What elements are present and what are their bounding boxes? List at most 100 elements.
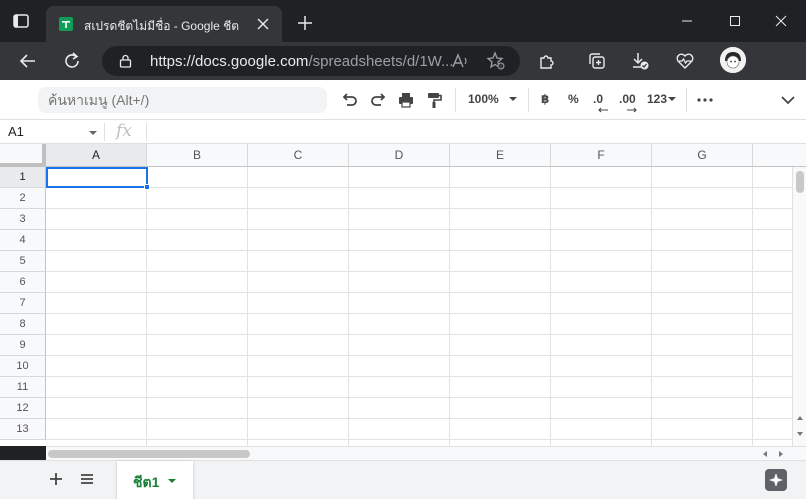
formula-bar: A1 fx — [0, 120, 806, 144]
name-box-dropdown-icon[interactable] — [88, 130, 98, 136]
scroll-left-icon[interactable] — [762, 450, 768, 458]
decrease-decimal-button[interactable]: .0 — [593, 92, 603, 106]
add-sheet-icon[interactable] — [49, 472, 63, 486]
new-tab-icon[interactable] — [296, 14, 314, 32]
grid-column-line — [449, 167, 450, 446]
print-icon[interactable] — [396, 90, 416, 110]
back-arrow-icon[interactable] — [18, 51, 38, 71]
formula-input[interactable] — [154, 124, 794, 140]
favorite-star-icon[interactable] — [486, 51, 506, 71]
undo-icon[interactable] — [340, 90, 360, 110]
row-header-5[interactable]: 5 — [0, 251, 46, 272]
increase-decimal-button[interactable]: .00 — [619, 92, 636, 106]
column-header-a[interactable]: A — [46, 144, 147, 167]
refresh-icon[interactable] — [62, 51, 82, 71]
row-header-13[interactable]: 13 — [0, 419, 46, 440]
browser-tab[interactable]: สเปรดชีตไม่มีชื่อ - Google ชีต — [46, 6, 282, 42]
grid-row-line — [46, 313, 806, 314]
profile-avatar[interactable] — [720, 47, 746, 73]
row-header-10[interactable]: 10 — [0, 356, 46, 377]
minimize-icon — [682, 20, 692, 22]
collections-icon[interactable] — [587, 51, 607, 71]
vertical-scrollbar[interactable] — [792, 167, 806, 446]
tab-actions-icon[interactable] — [12, 12, 30, 30]
all-sheets-menu-icon[interactable] — [80, 472, 94, 486]
profile-picture-icon — [720, 47, 746, 73]
sheet-tab-menu-icon[interactable] — [167, 478, 177, 484]
lock-icon[interactable] — [119, 54, 132, 68]
scroll-up-icon[interactable] — [796, 415, 804, 421]
fill-handle[interactable] — [144, 184, 150, 190]
grid-row-line — [46, 418, 806, 419]
scroll-right-icon[interactable] — [778, 450, 784, 458]
row-header-11[interactable]: 11 — [0, 377, 46, 398]
downloads-icon[interactable] — [630, 51, 650, 71]
column-header-d[interactable]: D — [349, 144, 450, 167]
column-header-g[interactable]: G — [652, 144, 753, 167]
column-header-c[interactable]: C — [248, 144, 349, 167]
column-header-f[interactable]: F — [551, 144, 652, 167]
address-bar[interactable]: https://docs.google.com/spreadsheets/d/1… — [102, 46, 520, 76]
formula-bar-divider — [104, 123, 105, 141]
close-window-button[interactable] — [758, 0, 804, 42]
grid-row-line — [46, 250, 806, 251]
sheet-tab-active[interactable]: ชีต1 — [117, 461, 193, 499]
grid-row-line — [46, 271, 806, 272]
row-header-2[interactable]: 2 — [0, 188, 46, 209]
number-format-dropdown-icon[interactable] — [667, 94, 677, 104]
number-format-button[interactable]: 123 — [647, 92, 667, 106]
horizontal-scrollbar[interactable] — [46, 446, 806, 460]
explore-sparkle-icon — [769, 473, 783, 487]
close-tab-icon[interactable] — [256, 17, 270, 31]
row-header-4[interactable]: 4 — [0, 230, 46, 251]
row-header-3[interactable]: 3 — [0, 209, 46, 230]
increase-decimal-arrow-icon — [627, 107, 637, 113]
read-aloud-icon[interactable] — [450, 51, 470, 71]
select-all-corner[interactable] — [0, 144, 46, 167]
menu-search-input[interactable] — [38, 87, 327, 113]
vertical-scroll-thumb[interactable] — [796, 171, 804, 193]
percent-format-button[interactable]: % — [568, 92, 579, 106]
decrease-decimal-arrow-icon — [598, 107, 608, 113]
row-header-8[interactable]: 8 — [0, 314, 46, 335]
row-header-9[interactable]: 9 — [0, 335, 46, 356]
close-icon — [775, 15, 787, 27]
maximize-icon — [730, 16, 740, 26]
minimize-button[interactable] — [664, 0, 710, 42]
explore-button[interactable] — [765, 469, 787, 491]
browser-essentials-icon[interactable] — [675, 51, 695, 71]
column-header-e[interactable]: E — [450, 144, 551, 167]
row-header-1[interactable]: 1 — [0, 167, 46, 188]
url-path: /spreadsheets/d/1W... — [308, 53, 454, 70]
name-box[interactable]: A1 — [8, 124, 24, 139]
collapse-toolbar-chevron-icon[interactable] — [778, 90, 798, 110]
redo-icon[interactable] — [368, 90, 388, 110]
grid-column-line — [247, 167, 248, 446]
maximize-button[interactable] — [712, 0, 758, 42]
active-cell-selection[interactable] — [46, 167, 148, 188]
scroll-down-icon[interactable] — [796, 431, 804, 437]
row-header-7[interactable]: 7 — [0, 293, 46, 314]
browser-navbar: https://docs.google.com/spreadsheets/d/1… — [0, 42, 806, 80]
row-header-6[interactable]: 6 — [0, 272, 46, 293]
url-text: https://docs.google.com/spreadsheets/d/1… — [150, 53, 454, 70]
paint-format-icon[interactable] — [424, 90, 444, 110]
browser-titlebar: สเปรดชีตไม่มีชื่อ - Google ชีต — [0, 0, 806, 42]
extensions-icon[interactable] — [537, 51, 557, 71]
column-header-b[interactable]: B — [147, 144, 248, 167]
horizontal-scroll-thumb[interactable] — [48, 450, 250, 458]
cell-area[interactable] — [46, 167, 806, 446]
more-options-icon[interactable] — [695, 90, 715, 110]
tab-title: สเปรดชีตไม่มีชื่อ - Google ชีต — [84, 19, 240, 33]
toolbar-divider — [455, 88, 456, 112]
grid-row-line — [46, 208, 806, 209]
toolbar-divider — [686, 88, 687, 112]
row-header-12[interactable]: 12 — [0, 398, 46, 419]
zoom-value[interactable]: 100% — [468, 92, 499, 106]
column-header-partial[interactable] — [753, 144, 806, 167]
url-host: https://docs.google.com — [150, 53, 309, 70]
zoom-dropdown-icon[interactable] — [508, 94, 518, 104]
sheet-tab-name: ชีต1 — [133, 474, 160, 490]
currency-format-button[interactable]: ฿ — [541, 92, 549, 106]
grid-row-line — [46, 355, 806, 356]
